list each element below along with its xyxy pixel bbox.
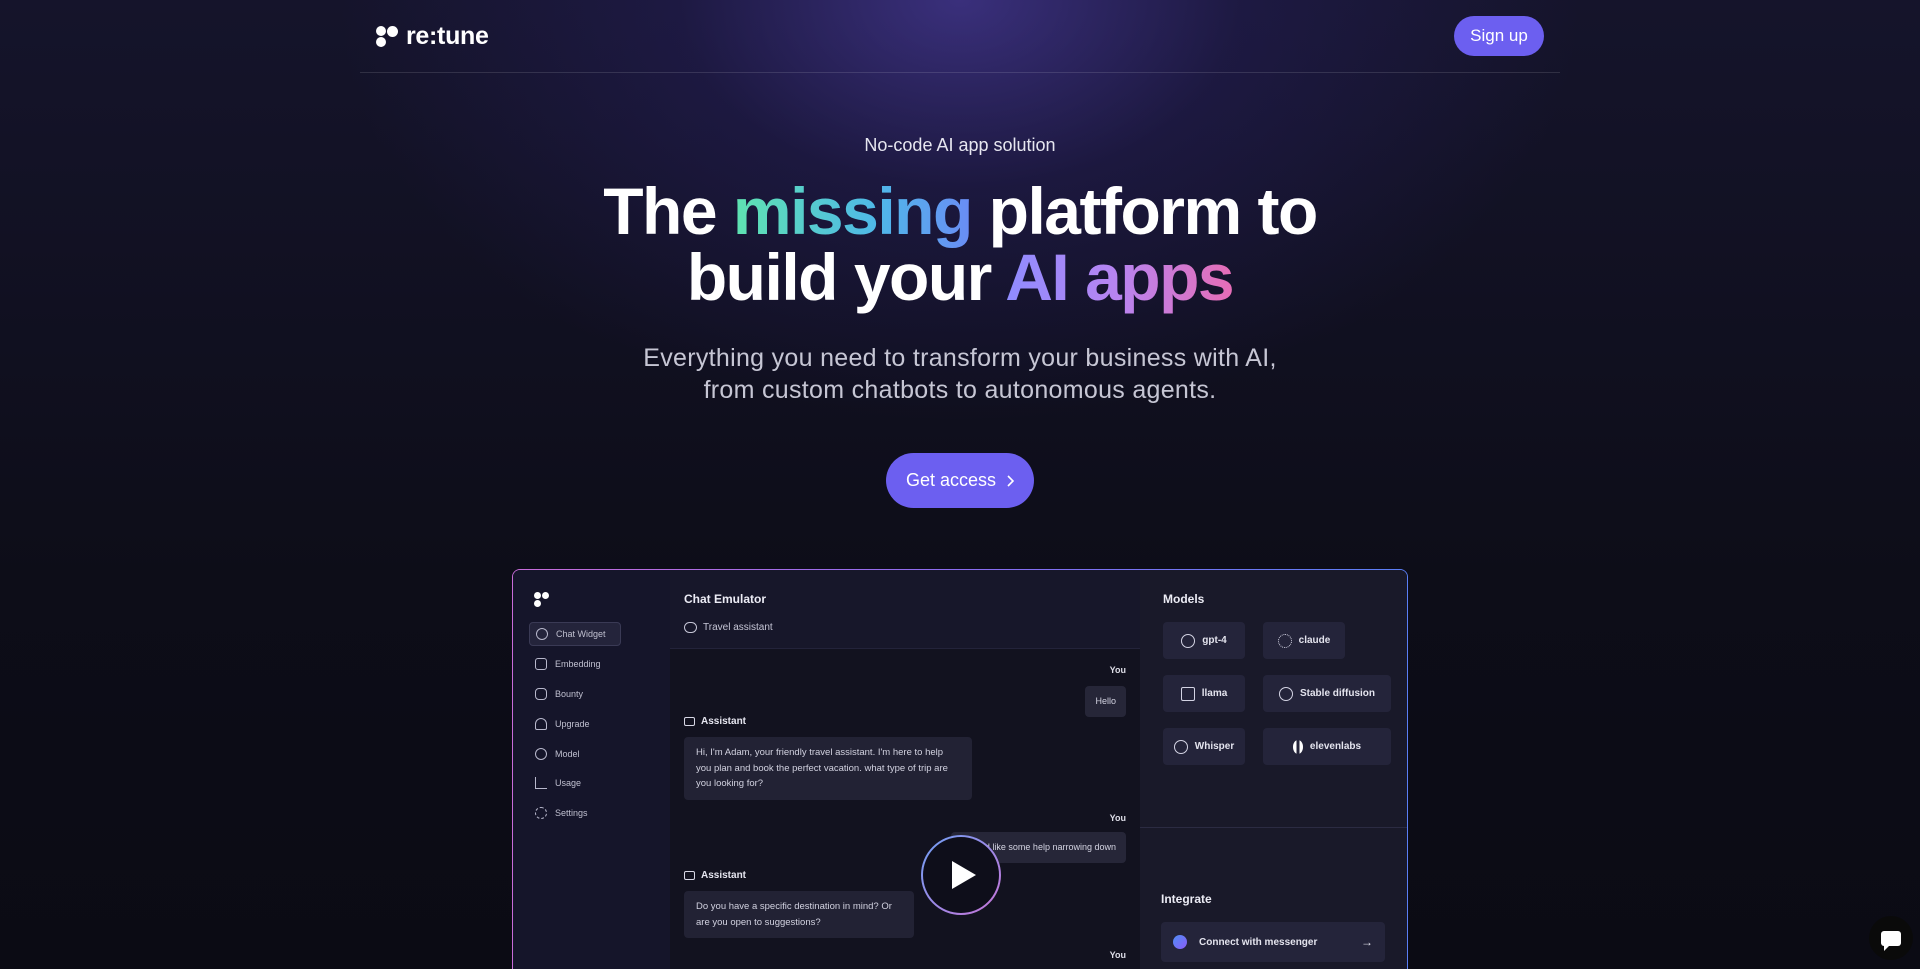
model-icon bbox=[535, 748, 547, 760]
chat-title: Chat Emulator bbox=[684, 592, 767, 606]
logo-mark-icon bbox=[376, 25, 398, 48]
chat-bubble-icon bbox=[684, 622, 697, 633]
message-author-assistant: Assistant bbox=[684, 716, 746, 727]
panel-divider bbox=[1140, 827, 1407, 828]
robot-icon bbox=[684, 871, 695, 880]
models-panel: Models gpt-4 claude llama Stable diffusi… bbox=[1140, 570, 1407, 969]
message-author-you: You bbox=[1109, 950, 1126, 960]
message-author-assistant: Assistant bbox=[684, 870, 746, 881]
openai-icon bbox=[1173, 739, 1188, 754]
chat-emulator: Chat Emulator Travel assistant You Hello… bbox=[670, 570, 1140, 969]
hero-eyebrow: No-code AI app solution bbox=[864, 135, 1056, 155]
llama-icon bbox=[1180, 686, 1195, 701]
models-title: Models bbox=[1163, 592, 1205, 606]
chevron-right-icon bbox=[1007, 474, 1015, 487]
gear-icon bbox=[535, 807, 547, 819]
support-chat-button[interactable] bbox=[1869, 916, 1913, 960]
model-chip-elevenlabs[interactable]: elevenlabs bbox=[1263, 728, 1391, 765]
message-author-you: You bbox=[1109, 813, 1126, 823]
signup-button[interactable]: Sign up bbox=[1454, 16, 1544, 56]
model-chip-whisper[interactable]: Whisper bbox=[1163, 728, 1245, 765]
bounty-icon bbox=[535, 688, 547, 700]
site-header: re:tune Sign up bbox=[360, 0, 1560, 73]
headline-highlight-missing: missing bbox=[732, 174, 973, 248]
sidebar-item-usage[interactable]: Usage bbox=[529, 771, 621, 795]
chat-icon bbox=[536, 628, 548, 640]
play-video-button[interactable] bbox=[921, 835, 1001, 915]
logo[interactable]: re:tune bbox=[376, 22, 489, 51]
sidebar-item-embedding[interactable]: Embedding bbox=[529, 652, 621, 676]
integrate-title: Integrate bbox=[1161, 892, 1212, 906]
sidebar-item-settings[interactable]: Settings bbox=[529, 801, 621, 825]
headline-line-2: build your AI apps bbox=[686, 240, 1235, 314]
embedding-icon bbox=[535, 658, 547, 670]
headline-line-1: The missing platform to bbox=[603, 174, 1318, 248]
sidebar-item-chat-widget[interactable]: Chat Widget bbox=[529, 622, 621, 646]
message-assistant: Do you have a specific destination in mi… bbox=[684, 891, 914, 938]
get-access-button[interactable]: Get access bbox=[886, 453, 1034, 508]
chat-subtitle: Travel assistant bbox=[684, 622, 773, 633]
messenger-icon bbox=[1173, 935, 1187, 949]
hero-subhead: Everything you need to transform your bu… bbox=[643, 344, 1277, 404]
hero-headline: The missing platform to build your AI ap… bbox=[0, 178, 1920, 310]
model-chip-gpt-4[interactable]: gpt-4 bbox=[1163, 622, 1245, 659]
sidebar-item-bounty[interactable]: Bounty bbox=[529, 682, 621, 706]
message-author-you: You bbox=[1109, 665, 1126, 675]
chart-icon bbox=[535, 777, 547, 789]
app-preview: Chat Widget Embedding Bounty Upgrade Mod… bbox=[512, 569, 1408, 969]
get-access-label: Get access bbox=[905, 470, 997, 490]
openai-icon bbox=[1181, 633, 1196, 648]
model-chip-claude[interactable]: claude bbox=[1263, 622, 1345, 659]
chat-header: Chat Emulator Travel assistant bbox=[670, 570, 1140, 649]
preview-logo-icon bbox=[534, 592, 550, 608]
preview-sidebar: Chat Widget Embedding Bounty Upgrade Mod… bbox=[513, 570, 670, 969]
elevenlabs-icon bbox=[1292, 739, 1303, 754]
logo-text: re:tune bbox=[406, 22, 489, 50]
arrow-right-icon: → bbox=[1361, 935, 1373, 949]
stable-diffusion-icon bbox=[1279, 686, 1293, 701]
connect-messenger-button[interactable]: Connect with messenger → bbox=[1161, 922, 1385, 962]
message-assistant: Hi, I'm Adam, your friendly travel assis… bbox=[684, 737, 972, 800]
robot-icon bbox=[684, 717, 695, 726]
model-chip-llama[interactable]: llama bbox=[1163, 675, 1245, 712]
rocket-icon bbox=[535, 718, 547, 730]
play-icon bbox=[952, 861, 976, 889]
sidebar-item-model[interactable]: Model bbox=[529, 742, 621, 766]
chat-bubble-icon bbox=[1881, 930, 1901, 951]
sidebar-item-upgrade[interactable]: Upgrade bbox=[529, 712, 621, 736]
claude-icon bbox=[1277, 633, 1292, 648]
model-chip-stable-diffusion[interactable]: Stable diffusion bbox=[1263, 675, 1391, 712]
message-user: Hello bbox=[1085, 686, 1126, 717]
headline-highlight-ai-apps: AI apps bbox=[1005, 240, 1234, 314]
